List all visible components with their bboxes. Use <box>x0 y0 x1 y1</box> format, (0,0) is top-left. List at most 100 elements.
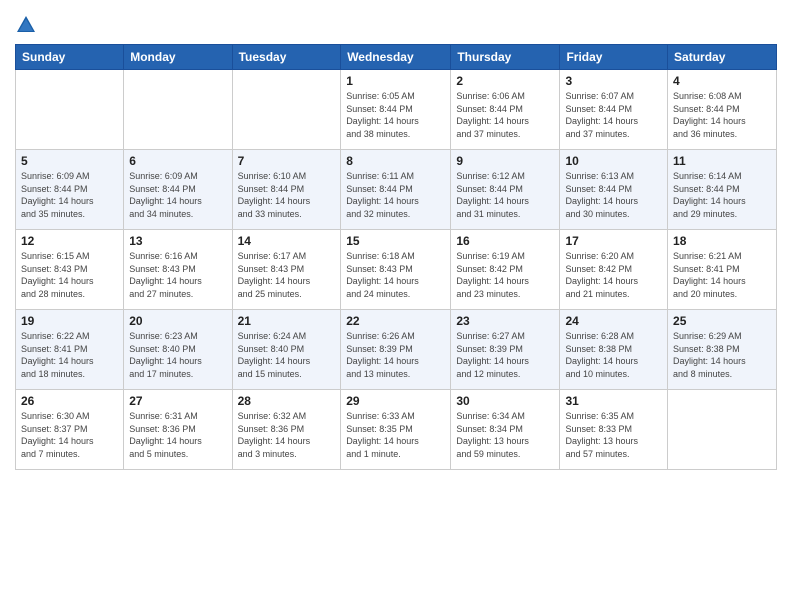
calendar-cell: 5Sunrise: 6:09 AMSunset: 8:44 PMDaylight… <box>16 150 124 230</box>
day-info: Sunrise: 6:06 AMSunset: 8:44 PMDaylight:… <box>456 90 554 140</box>
calendar-cell: 28 Sunrise: 6:32 AMSunset: 8:36 PMDayligh… <box>232 390 341 470</box>
day-number: 18 <box>673 234 771 248</box>
day-number: 21 <box>238 314 336 328</box>
day-info: Sunrise: 6:12 AMSunset: 8:44 PMDaylight:… <box>456 170 554 220</box>
day-info: Sunrise: 6:05 AMSunset: 8:44 PMDaylight:… <box>346 90 445 140</box>
day-number: 24 <box>565 314 662 328</box>
calendar-cell: 23 Sunrise: 6:27 AMSunset: 8:39 PMDayligh… <box>451 310 560 390</box>
calendar-cell: 25 Sunrise: 6:29 AMSunset: 8:38 PMDayligh… <box>668 310 777 390</box>
day-info: Sunrise: 6:33 AMSunset: 8:35 PMDaylight:… <box>346 410 445 460</box>
day-number: 29 <box>346 394 445 408</box>
calendar-cell: 9Sunrise: 6:12 AMSunset: 8:44 PMDaylight… <box>451 150 560 230</box>
day-number: 25 <box>673 314 771 328</box>
calendar-cell: 19 Sunrise: 6:22 AMSunset: 8:41 PMDayligh… <box>16 310 124 390</box>
day-info: Sunrise: 6:29 AMSunset: 8:38 PMDaylight:… <box>673 330 771 380</box>
header <box>15 10 777 36</box>
calendar-cell: 13 Sunrise: 6:16 AMSunset: 8:43 PMDayligh… <box>124 230 232 310</box>
calendar-cell: 10 Sunrise: 6:13 AMSunset: 8:44 PMDayligh… <box>560 150 668 230</box>
day-number: 1 <box>346 74 445 88</box>
calendar-cell: 7Sunrise: 6:10 AMSunset: 8:44 PMDaylight… <box>232 150 341 230</box>
calendar-cell: 11 Sunrise: 6:14 AMSunset: 8:44 PMDayligh… <box>668 150 777 230</box>
calendar-cell: 21 Sunrise: 6:24 AMSunset: 8:40 PMDayligh… <box>232 310 341 390</box>
calendar-cell: 15 Sunrise: 6:18 AMSunset: 8:43 PMDayligh… <box>341 230 451 310</box>
day-number: 8 <box>346 154 445 168</box>
calendar-cell <box>16 70 124 150</box>
day-info: Sunrise: 6:21 AMSunset: 8:41 PMDaylight:… <box>673 250 771 300</box>
calendar-cell: 30 Sunrise: 6:34 AMSunset: 8:34 PMDayligh… <box>451 390 560 470</box>
calendar-cell: 16Sunrise: 6:19 AMSunset: 8:42 PMDayligh… <box>451 230 560 310</box>
day-info: Sunrise: 6:10 AMSunset: 8:44 PMDaylight:… <box>238 170 336 220</box>
day-info: Sunrise: 6:09 AMSunset: 8:44 PMDaylight:… <box>129 170 226 220</box>
day-number: 22 <box>346 314 445 328</box>
day-number: 14 <box>238 234 336 248</box>
weekday-header-saturday: Saturday <box>668 45 777 70</box>
day-number: 11 <box>673 154 771 168</box>
calendar-cell: 31Sunrise: 6:35 AMSunset: 8:33 PMDayligh… <box>560 390 668 470</box>
day-number: 31 <box>565 394 662 408</box>
calendar-cell: 1 Sunrise: 6:05 AMSunset: 8:44 PMDaylight… <box>341 70 451 150</box>
weekday-header-row: SundayMondayTuesdayWednesdayThursdayFrid… <box>16 45 777 70</box>
calendar-cell: 3 Sunrise: 6:07 AMSunset: 8:44 PMDaylight… <box>560 70 668 150</box>
calendar-cell: 20Sunrise: 6:23 AMSunset: 8:40 PMDayligh… <box>124 310 232 390</box>
day-number: 26 <box>21 394 118 408</box>
day-info: Sunrise: 6:34 AMSunset: 8:34 PMDaylight:… <box>456 410 554 460</box>
day-info: Sunrise: 6:14 AMSunset: 8:44 PMDaylight:… <box>673 170 771 220</box>
calendar-cell: 29 Sunrise: 6:33 AMSunset: 8:35 PMDayligh… <box>341 390 451 470</box>
logo-icon <box>15 14 37 36</box>
weekday-header-monday: Monday <box>124 45 232 70</box>
weekday-header-tuesday: Tuesday <box>232 45 341 70</box>
day-number: 20 <box>129 314 226 328</box>
week-row-2: 5Sunrise: 6:09 AMSunset: 8:44 PMDaylight… <box>16 150 777 230</box>
week-row-4: 19 Sunrise: 6:22 AMSunset: 8:41 PMDayligh… <box>16 310 777 390</box>
day-info: Sunrise: 6:15 AMSunset: 8:43 PMDaylight:… <box>21 250 118 300</box>
day-number: 19 <box>21 314 118 328</box>
weekday-header-thursday: Thursday <box>451 45 560 70</box>
day-info: Sunrise: 6:07 AMSunset: 8:44 PMDaylight:… <box>565 90 662 140</box>
day-info: Sunrise: 6:17 AMSunset: 8:43 PMDaylight:… <box>238 250 336 300</box>
day-number: 27 <box>129 394 226 408</box>
day-info: Sunrise: 6:16 AMSunset: 8:43 PMDaylight:… <box>129 250 226 300</box>
calendar-cell: 4Sunrise: 6:08 AMSunset: 8:44 PMDaylight… <box>668 70 777 150</box>
day-info: Sunrise: 6:32 AMSunset: 8:36 PMDaylight:… <box>238 410 336 460</box>
calendar-cell: 8Sunrise: 6:11 AMSunset: 8:44 PMDaylight… <box>341 150 451 230</box>
day-info: Sunrise: 6:28 AMSunset: 8:38 PMDaylight:… <box>565 330 662 380</box>
day-info: Sunrise: 6:18 AMSunset: 8:43 PMDaylight:… <box>346 250 445 300</box>
calendar: SundayMondayTuesdayWednesdayThursdayFrid… <box>15 44 777 470</box>
weekday-header-wednesday: Wednesday <box>341 45 451 70</box>
day-info: Sunrise: 6:13 AMSunset: 8:44 PMDaylight:… <box>565 170 662 220</box>
day-info: Sunrise: 6:09 AMSunset: 8:44 PMDaylight:… <box>21 170 118 220</box>
week-row-1: 1 Sunrise: 6:05 AMSunset: 8:44 PMDaylight… <box>16 70 777 150</box>
calendar-cell: 22 Sunrise: 6:26 AMSunset: 8:39 PMDayligh… <box>341 310 451 390</box>
day-number: 13 <box>129 234 226 248</box>
day-number: 12 <box>21 234 118 248</box>
day-number: 15 <box>346 234 445 248</box>
weekday-header-sunday: Sunday <box>16 45 124 70</box>
day-number: 28 <box>238 394 336 408</box>
calendar-cell: 2 Sunrise: 6:06 AMSunset: 8:44 PMDaylight… <box>451 70 560 150</box>
day-number: 23 <box>456 314 554 328</box>
calendar-cell: 6Sunrise: 6:09 AMSunset: 8:44 PMDaylight… <box>124 150 232 230</box>
day-number: 3 <box>565 74 662 88</box>
week-row-5: 26Sunrise: 6:30 AMSunset: 8:37 PMDayligh… <box>16 390 777 470</box>
calendar-cell <box>232 70 341 150</box>
day-info: Sunrise: 6:22 AMSunset: 8:41 PMDaylight:… <box>21 330 118 380</box>
day-number: 10 <box>565 154 662 168</box>
calendar-cell: 27 Sunrise: 6:31 AMSunset: 8:36 PMDayligh… <box>124 390 232 470</box>
calendar-cell: 14 Sunrise: 6:17 AMSunset: 8:43 PMDayligh… <box>232 230 341 310</box>
weekday-header-friday: Friday <box>560 45 668 70</box>
calendar-cell: 24 Sunrise: 6:28 AMSunset: 8:38 PMDayligh… <box>560 310 668 390</box>
day-number: 17 <box>565 234 662 248</box>
day-info: Sunrise: 6:20 AMSunset: 8:42 PMDaylight:… <box>565 250 662 300</box>
day-info: Sunrise: 6:26 AMSunset: 8:39 PMDaylight:… <box>346 330 445 380</box>
day-info: Sunrise: 6:31 AMSunset: 8:36 PMDaylight:… <box>129 410 226 460</box>
calendar-cell <box>668 390 777 470</box>
calendar-cell <box>124 70 232 150</box>
page: SundayMondayTuesdayWednesdayThursdayFrid… <box>0 0 792 612</box>
day-number: 30 <box>456 394 554 408</box>
logo <box>15 14 40 36</box>
calendar-cell: 12 Sunrise: 6:15 AMSunset: 8:43 PMDayligh… <box>16 230 124 310</box>
day-number: 2 <box>456 74 554 88</box>
day-info: Sunrise: 6:27 AMSunset: 8:39 PMDaylight:… <box>456 330 554 380</box>
day-info: Sunrise: 6:08 AMSunset: 8:44 PMDaylight:… <box>673 90 771 140</box>
day-info: Sunrise: 6:24 AMSunset: 8:40 PMDaylight:… <box>238 330 336 380</box>
